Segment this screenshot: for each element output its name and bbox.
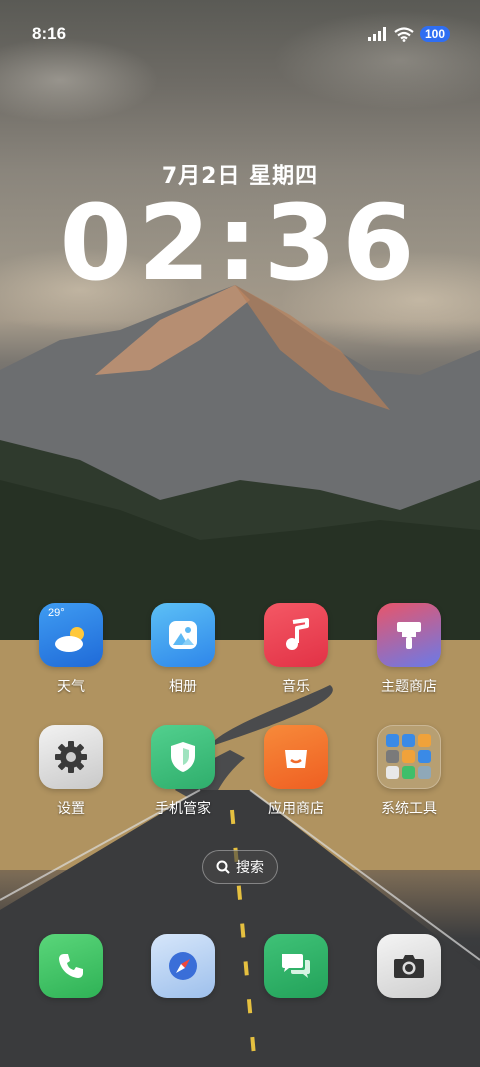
app-label: 天气: [57, 679, 85, 695]
search-label: 搜索: [236, 860, 264, 876]
weather-icon: 29°: [39, 603, 103, 667]
app-system-tools[interactable]: 系统工具: [359, 725, 459, 818]
wifi-icon: [394, 26, 414, 42]
dock-messages[interactable]: [246, 934, 346, 998]
app-phone-manager[interactable]: 手机管家: [133, 725, 233, 818]
phone-icon: [39, 934, 103, 998]
app-settings[interactable]: 设置: [21, 725, 121, 818]
app-label: 主题商店: [381, 679, 437, 695]
dock-camera[interactable]: [359, 934, 459, 998]
music-note-icon: [264, 603, 328, 667]
clock-time: 02:36: [59, 182, 421, 304]
compass-icon: [151, 934, 215, 998]
status-bar: 8:16 100: [32, 18, 450, 50]
search-button[interactable]: 搜索: [202, 850, 278, 884]
shopping-bag-icon: [264, 725, 328, 789]
camera-icon: [377, 934, 441, 998]
search-icon: [216, 860, 230, 874]
weather-temp: 29°: [48, 607, 65, 619]
app-label: 音乐: [282, 679, 310, 695]
brush-icon: [377, 603, 441, 667]
folder-icon: [377, 725, 441, 789]
app-app-store[interactable]: 应用商店: [246, 725, 346, 818]
shield-icon: [151, 725, 215, 789]
app-label: 系统工具: [381, 801, 437, 817]
app-theme-store[interactable]: 主题商店: [359, 603, 459, 696]
app-weather[interactable]: 29° 天气: [21, 603, 121, 696]
chat-bubble-icon: [264, 934, 328, 998]
dock-browser[interactable]: [133, 934, 233, 998]
app-label: 设置: [57, 801, 85, 817]
signal-icon: [367, 27, 386, 41]
dock-phone[interactable]: [21, 934, 121, 998]
app-label: 相册: [169, 679, 197, 695]
status-time: 8:16: [32, 24, 67, 43]
status-icons: 100: [367, 26, 450, 42]
app-label: 应用商店: [268, 801, 324, 817]
battery-icon: 100: [419, 26, 450, 42]
app-music[interactable]: 音乐: [246, 603, 346, 696]
gear-icon: [39, 725, 103, 789]
gallery-icon: [151, 603, 215, 667]
app-label: 手机管家: [155, 801, 211, 817]
app-gallery[interactable]: 相册: [133, 603, 233, 696]
